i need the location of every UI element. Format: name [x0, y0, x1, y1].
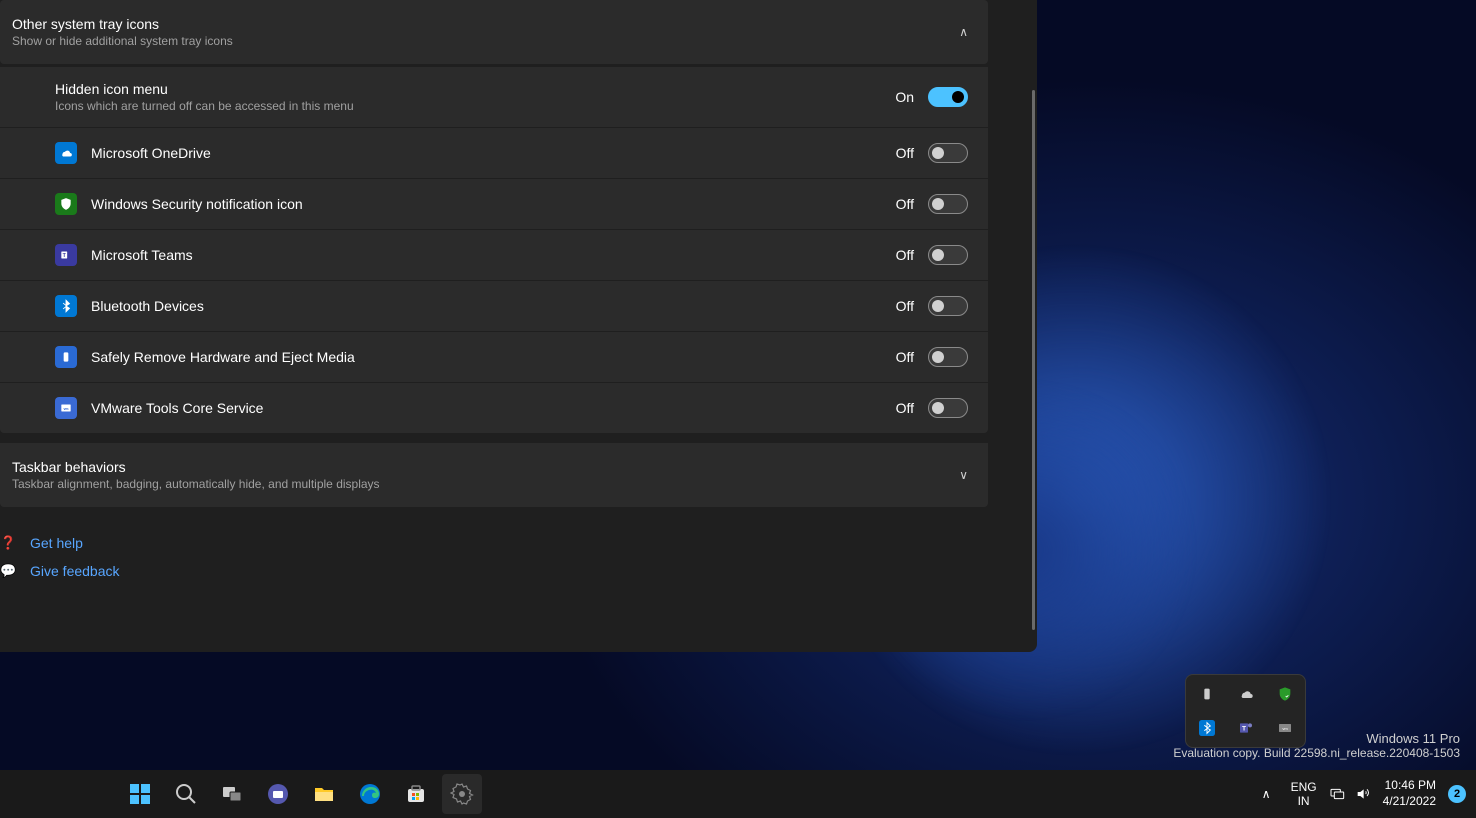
tray-item-label: Bluetooth Devices	[91, 298, 204, 314]
tray-item-row: T Microsoft Teams Off	[0, 230, 988, 281]
tray-item-label: Windows Security notification icon	[91, 196, 303, 212]
task-view-button[interactable]	[212, 774, 252, 814]
lang-secondary: IN	[1291, 794, 1317, 808]
link-label: Give feedback	[30, 563, 120, 579]
flyout-onedrive-icon[interactable]	[1237, 685, 1255, 703]
taskbar-system-tray: ∧ ENG IN 10:46 PM 4/21/2022 2	[1254, 778, 1466, 809]
network-icon	[1329, 786, 1345, 802]
flyout-bluetooth-icon[interactable]	[1198, 719, 1216, 737]
flyout-security-icon[interactable]	[1276, 685, 1294, 703]
behaviors-subtitle: Taskbar alignment, badging, automaticall…	[12, 477, 380, 491]
date: 4/21/2022	[1383, 794, 1436, 810]
toggle-state: Off	[896, 400, 914, 416]
hidden-icons-flyout[interactable]: T vm	[1185, 674, 1306, 748]
section-title: Other system tray icons	[12, 16, 233, 32]
taskbar-pinned-apps	[120, 774, 482, 814]
usb-eject-icon	[55, 346, 77, 368]
svg-text:vm: vm	[63, 407, 68, 411]
give-feedback-link[interactable]: 💬 Give feedback	[0, 557, 1037, 585]
svg-text:vm: vm	[1282, 726, 1288, 731]
section-other-tray-icons[interactable]: Other system tray icons Show or hide add…	[0, 0, 988, 64]
tray-item-toggle[interactable]	[928, 296, 968, 316]
volume-icon	[1355, 786, 1371, 802]
taskbar: ∧ ENG IN 10:46 PM 4/21/2022 2	[0, 770, 1476, 818]
toggle-state: Off	[896, 196, 914, 212]
search-button[interactable]	[166, 774, 206, 814]
tray-item-toggle[interactable]	[928, 245, 968, 265]
time: 10:46 PM	[1383, 778, 1436, 794]
tray-item-row: Windows Security notification icon Off	[0, 179, 988, 230]
toggle-state: Off	[896, 145, 914, 161]
scrollbar[interactable]	[1032, 90, 1035, 630]
tray-item-label: Microsoft OneDrive	[91, 145, 211, 161]
file-explorer-button[interactable]	[304, 774, 344, 814]
toggle-state: On	[895, 89, 914, 105]
tray-item-row: Safely Remove Hardware and Eject Media O…	[0, 332, 988, 383]
chevron-down-icon: ∨	[959, 468, 968, 482]
toggle-state: Off	[896, 349, 914, 365]
notification-badge[interactable]: 2	[1448, 785, 1466, 803]
hidden-menu-title: Hidden icon menu	[55, 81, 168, 97]
tray-item-toggle[interactable]	[928, 347, 968, 367]
store-button[interactable]	[396, 774, 436, 814]
chevron-up-icon: ∧	[959, 25, 968, 39]
watermark-build: Evaluation copy. Build 22598.ni_release.…	[1173, 746, 1460, 760]
hidden-menu-subtitle: Icons which are turned off can be access…	[55, 99, 354, 113]
lang-primary: ENG	[1291, 780, 1317, 794]
start-button[interactable]	[120, 774, 160, 814]
help-icon: ❓	[0, 535, 16, 551]
bluetooth-icon	[55, 295, 77, 317]
show-hidden-icons-button[interactable]: ∧	[1254, 783, 1279, 805]
section-subtitle: Show or hide additional system tray icon…	[12, 34, 233, 48]
edge-button[interactable]	[350, 774, 390, 814]
hidden-menu-toggle[interactable]	[928, 87, 968, 107]
language-indicator[interactable]: ENG IN	[1291, 780, 1317, 809]
tray-item-label: Microsoft Teams	[91, 247, 193, 263]
tray-item-row: Bluetooth Devices Off	[0, 281, 988, 332]
tray-item-toggle[interactable]	[928, 398, 968, 418]
help-links: ❓ Get help 💬 Give feedback	[0, 509, 1037, 585]
settings-window: Other system tray icons Show or hide add…	[0, 0, 1037, 652]
tray-item-row: vm VMware Tools Core Service Off	[0, 383, 988, 433]
toggle-state: Off	[896, 247, 914, 263]
vmware-icon: vm	[55, 397, 77, 419]
shield-icon	[55, 193, 77, 215]
tray-icons-list: Hidden icon menu Icons which are turned …	[0, 66, 988, 433]
onedrive-icon	[55, 142, 77, 164]
section-taskbar-behaviors[interactable]: Taskbar behaviors Taskbar alignment, bad…	[0, 443, 988, 507]
tray-item-toggle[interactable]	[928, 143, 968, 163]
flyout-usb-icon[interactable]	[1198, 685, 1216, 703]
chat-button[interactable]	[258, 774, 298, 814]
behaviors-title: Taskbar behaviors	[12, 459, 380, 475]
tray-item-label: VMware Tools Core Service	[91, 400, 263, 416]
clock[interactable]: 10:46 PM 4/21/2022	[1383, 778, 1436, 809]
hidden-icon-menu-row: Hidden icon menu Icons which are turned …	[0, 66, 988, 128]
teams-icon: T	[55, 244, 77, 266]
tray-item-row: Microsoft OneDrive Off	[0, 128, 988, 179]
feedback-icon: 💬	[0, 563, 16, 579]
system-icons[interactable]	[1329, 786, 1371, 802]
settings-button[interactable]	[442, 774, 482, 814]
tray-item-toggle[interactable]	[928, 194, 968, 214]
toggle-state: Off	[896, 298, 914, 314]
svg-text:T: T	[1241, 726, 1245, 733]
tray-item-label: Safely Remove Hardware and Eject Media	[91, 349, 355, 365]
flyout-teams-icon[interactable]: T	[1237, 719, 1255, 737]
link-label: Get help	[30, 535, 83, 551]
get-help-link[interactable]: ❓ Get help	[0, 529, 1037, 557]
flyout-vmware-icon[interactable]: vm	[1276, 719, 1294, 737]
